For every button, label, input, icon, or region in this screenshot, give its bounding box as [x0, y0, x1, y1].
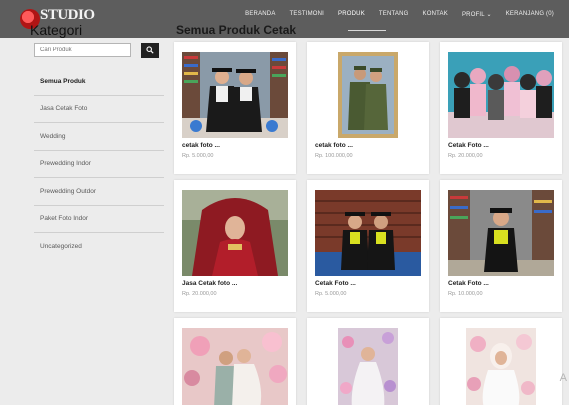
product-photo-wedding-couple[interactable] — [182, 328, 288, 405]
product-photo-graduation-single[interactable] — [448, 190, 554, 276]
product-card[interactable]: Cetak Foto ... Rp. 20.000,00 — [440, 42, 562, 174]
product-name[interactable]: Jasa Cetak foto ... — [182, 280, 237, 287]
sidebar-title: Kategori — [30, 22, 83, 38]
product-photo-bride-white[interactable] — [338, 328, 398, 405]
product-card[interactable]: Jasa Cetak foto ... Rp. 20.000,00 — [174, 180, 296, 312]
search-input[interactable] — [34, 43, 131, 57]
nav-tentang[interactable]: TENTANG — [372, 11, 416, 18]
category-wedding[interactable]: Wedding — [34, 123, 164, 151]
watermark-text: A — [559, 372, 567, 384]
product-photo-bride-red[interactable] — [182, 190, 288, 276]
product-photo-graduation-couple[interactable] — [182, 52, 288, 138]
search-button[interactable] — [141, 42, 159, 58]
nav-testimoni[interactable]: TESTIMONI — [283, 11, 331, 18]
search-icon — [146, 46, 154, 54]
product-price: Rp. 100.000,00 — [315, 153, 353, 159]
product-card[interactable] — [440, 318, 562, 405]
product-card[interactable] — [174, 318, 296, 405]
nav-beranda[interactable]: BERANDA — [238, 11, 282, 18]
category-list: Semua Produk Jasa Cetak Foto Wedding Pre… — [34, 68, 164, 261]
product-photo-bride-hijab[interactable] — [466, 328, 536, 405]
nav-keranjang[interactable]: KERANJANG (0) — [499, 11, 561, 18]
product-price: Rp. 5.000,00 — [315, 291, 347, 297]
product-price: Rp. 20.000,00 — [448, 153, 483, 159]
product-price: Rp. 20.000,00 — [182, 291, 217, 297]
product-name[interactable]: Cetak Foto ... — [448, 280, 489, 287]
product-photo-military-couple[interactable] — [338, 52, 398, 138]
product-price: Rp. 10.000,00 — [448, 291, 483, 297]
category-semua-produk[interactable]: Semua Produk — [34, 68, 164, 96]
nav-profil-dropdown[interactable]: PROFIL ⌄ — [455, 11, 499, 18]
product-card[interactable]: Cetak Foto ... Rp. 10.000,00 — [440, 180, 562, 312]
product-card[interactable]: Cetak Foto ... Rp. 5.000,00 — [307, 180, 429, 312]
product-card[interactable]: cetak foto ... Rp. 100.000,00 — [307, 42, 429, 174]
category-paket-foto-indor[interactable]: Paket Foto Indor — [34, 206, 164, 233]
product-photo-group-hijab[interactable] — [448, 52, 554, 138]
active-nav-underline — [348, 30, 386, 31]
search-row — [34, 42, 164, 58]
product-price: Rp. 5.000,00 — [182, 153, 214, 159]
category-prewedding-outdor[interactable]: Prewedding Outdor — [34, 178, 164, 206]
nav-produk[interactable]: PRODUK — [331, 11, 372, 18]
product-name[interactable]: cetak foto ... — [182, 142, 220, 149]
product-photo-graduation-brick[interactable] — [315, 190, 421, 276]
product-card[interactable] — [307, 318, 429, 405]
product-name[interactable]: Cetak Foto ... — [315, 280, 356, 287]
product-name[interactable]: Cetak Foto ... — [448, 142, 489, 149]
main-nav: BERANDA TESTIMONI PRODUK TENTANG KONTAK … — [238, 11, 561, 18]
product-name[interactable]: cetak foto ... — [315, 142, 353, 149]
page-title: Semua Produk Cetak — [176, 23, 297, 37]
category-jasa-cetak-foto[interactable]: Jasa Cetak Foto — [34, 96, 164, 123]
nav-kontak[interactable]: KONTAK — [416, 11, 455, 18]
category-prewedding-indor[interactable]: Prewedding Indor — [34, 151, 164, 178]
category-sidebar: Semua Produk Jasa Cetak Foto Wedding Pre… — [34, 42, 164, 261]
category-uncategorized[interactable]: Uncategorized — [34, 233, 164, 261]
product-card[interactable]: cetak foto ... Rp. 5.000,00 — [174, 42, 296, 174]
